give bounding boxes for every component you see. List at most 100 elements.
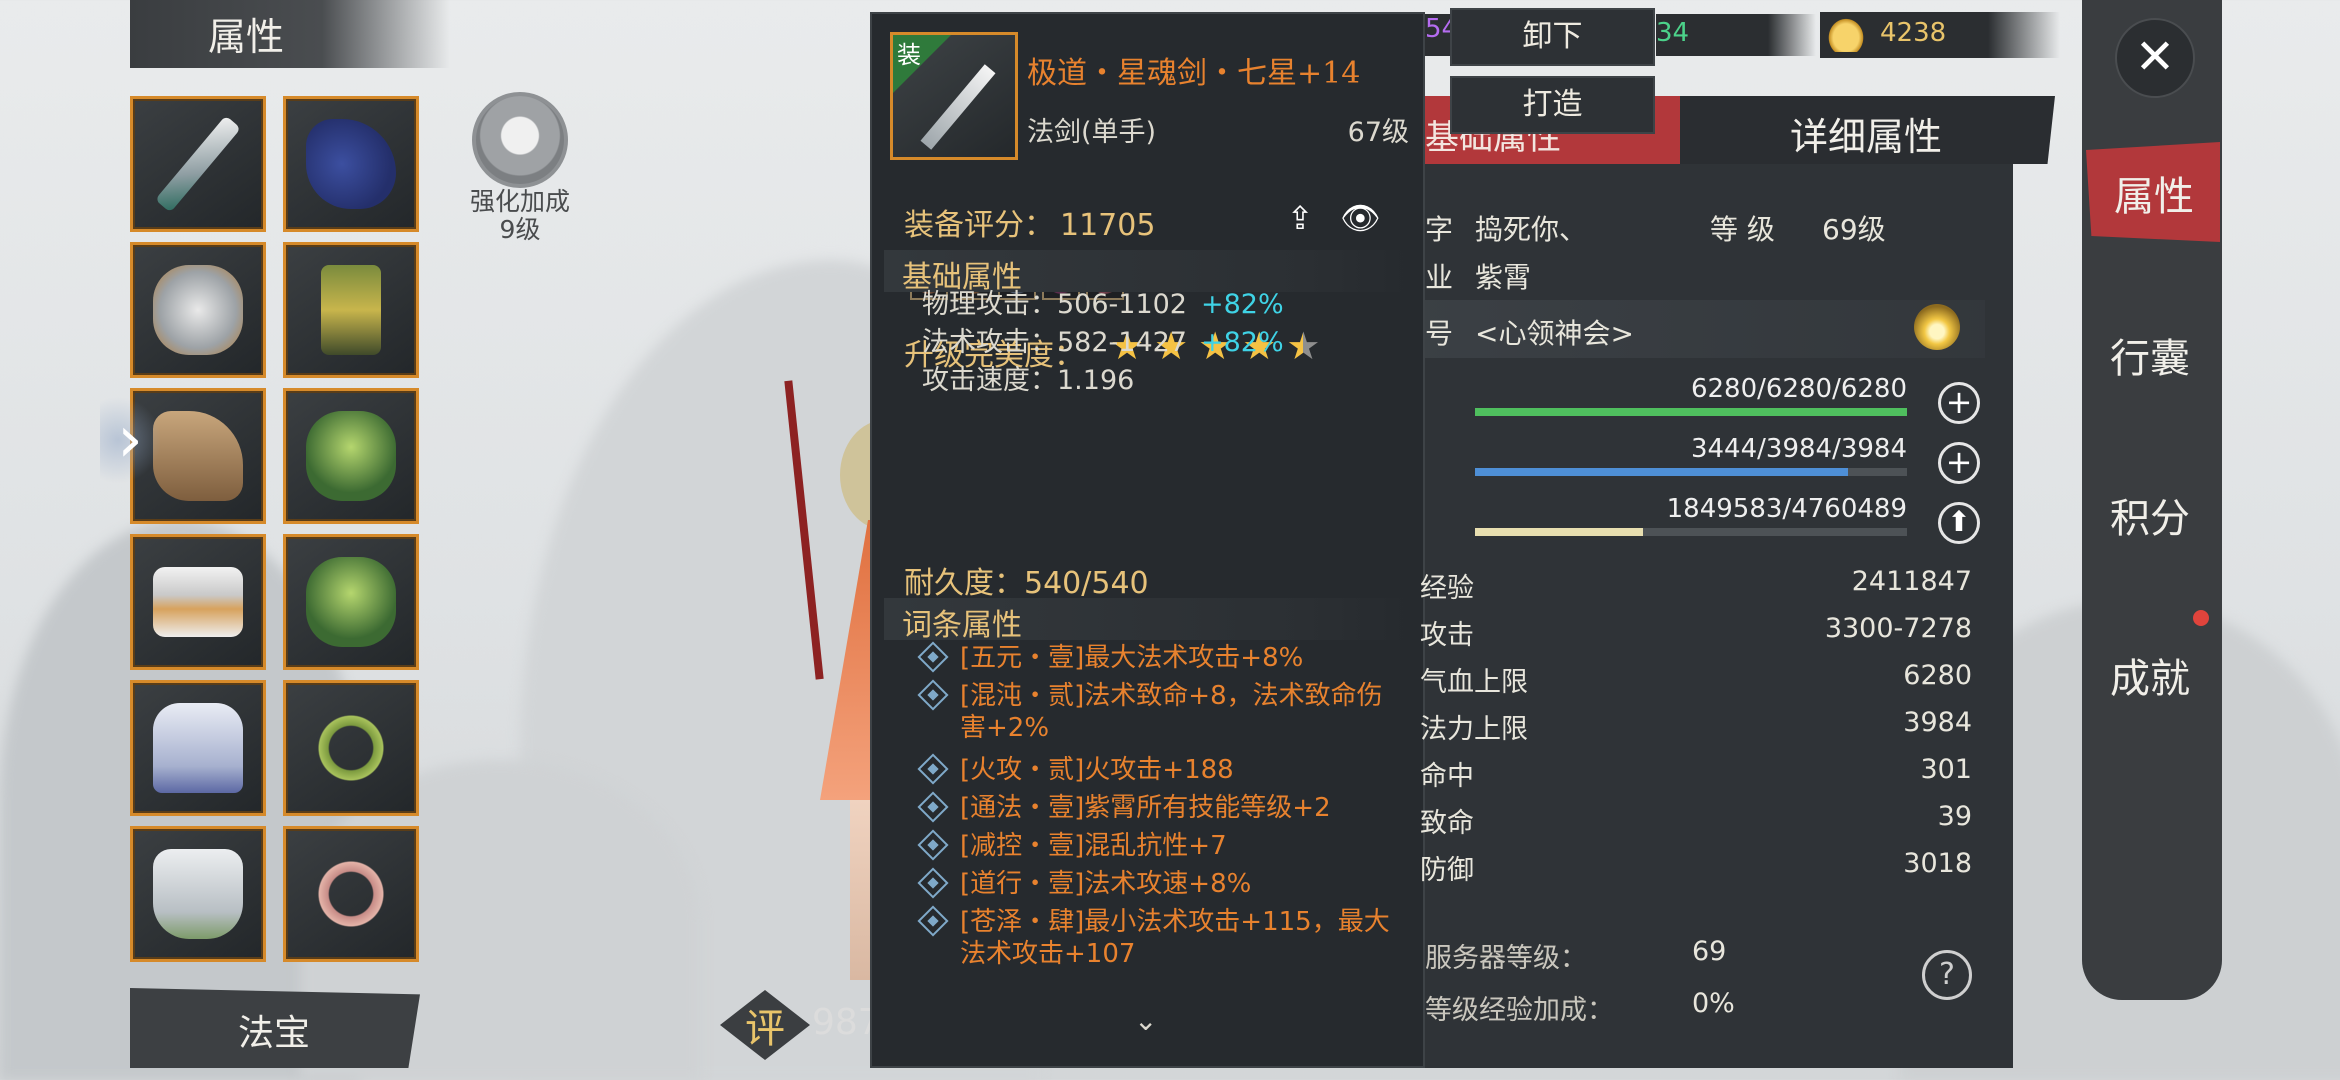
expand-arrow-icon[interactable]: › [100,395,160,485]
hp-bar-fill [1475,408,1907,416]
equip-slot-armor[interactable] [130,680,266,816]
hp-bar [1475,408,1907,416]
stat-label: 致命 [1420,808,1474,839]
stat-label: 法术攻击：582-1427 [922,327,1187,358]
tab-detail-label: 详细属性 [1790,115,1943,159]
diamond-bullet-icon [917,905,949,937]
affix-line: [道行・壹]法术攻速+8% [917,867,1402,900]
affix-attributes-title: 词条属性 [902,608,1022,643]
mp-add-button[interactable]: + [1938,442,1980,484]
stat-row-exp: 经验 2411847 [1420,566,1980,610]
exp-text-row: 1849583/4760489 [1475,494,1907,528]
share-icon[interactable]: ⇪ [1280,200,1320,236]
item-tooltip: 装 极道・星魂剑・七星+14 法剑(单手) 67级 装备评分： 11705 ⇪ 👁… [870,12,1425,1068]
stat-row-max-mp: 法力上限 3984 [1420,707,1980,751]
equip-slot-bracelet[interactable] [283,680,419,816]
level-up-arrow-icon[interactable]: ⬆ [1938,502,1980,544]
stat-label: 命中 [1420,761,1474,792]
nav-item-label: 行囊 [2110,336,2190,382]
equip-slot-bangle[interactable] [283,826,419,962]
chevron-down-icon[interactable]: ⌄ [1134,1004,1157,1037]
class-value: 紫霄 [1475,261,1532,294]
affix-line: [混沌・贰]法术致命+8，法术致命伤害+2% [917,679,1402,744]
equip-slot-ring[interactable] [283,388,419,524]
pendant-icon [321,265,381,355]
affix-text: [混沌・贰]法术致命+8，法术致命伤害+2% [960,681,1383,743]
enhance-bonus[interactable]: 强化加成 9级 [455,92,585,244]
stat-row-max-hp: 气血上限 6280 [1420,660,1980,704]
affix-line: [减控・壹]混乱抗性+7 [917,829,1402,862]
server-level-label: 服务器等级： [1425,943,1587,974]
fabao-tab[interactable]: 法宝 [130,988,420,1068]
sword-icon [154,115,242,213]
title-label: 号 [1425,317,1454,350]
affix-line: [五元・壹]最大法术攻击+8% [917,641,1402,674]
diamond-bullet-icon [917,753,949,785]
equip-slot-boots[interactable] [130,826,266,962]
affix-text: [五元・壹]最大法术攻击+8% [960,643,1304,673]
hp-add-button[interactable]: + [1938,382,1980,424]
equipped-tag-label: 装 [897,41,921,69]
stat-value: 3300-7278 [1824,613,1972,644]
score-badge-label: 评 [745,1006,785,1052]
stat-label: 法力上限 [1420,714,1528,745]
equip-slot-ring-2[interactable] [283,534,419,670]
diamond-bullet-icon [917,867,949,899]
equip-slot-helmet[interactable] [130,242,266,378]
bangle-icon [306,849,396,939]
hat-icon [306,119,396,209]
stat-row-defense: 防御 3018 [1420,848,1980,892]
equipment-score-value: 11705 [1060,208,1156,243]
nav-item-achievements[interactable]: 成就 [2082,624,2222,724]
attributes-header: 属性 [130,0,450,68]
notification-dot [2193,610,2209,626]
mp-bar [1475,468,1907,476]
tab-detailed-attributes[interactable]: 详细属性 [1680,96,2055,164]
stat-row-attack: 攻击 3300-7278 [1420,613,1980,657]
flame-icon[interactable] [1914,304,1960,350]
affix-text: [减控・壹]混乱抗性+7 [960,831,1227,861]
equipped-tag: 装 [893,35,951,93]
nav-item-points[interactable]: 积分 [2082,464,2222,564]
equip-slot-belt[interactable] [130,534,266,670]
equip-slot-pendant[interactable] [283,242,419,378]
mp-value: 3444/3984/3984 [1690,434,1907,464]
unequip-button[interactable]: 卸下 [1450,8,1655,66]
diamond-bullet-icon [917,791,949,823]
stat-label: 攻击速度：1.196 [922,365,1135,396]
nav-item-bag[interactable]: 行囊 [2082,304,2222,404]
affix-attributes-header: 词条属性 [884,598,1414,643]
eye-icon[interactable]: 👁 [1340,200,1381,236]
exp-bar-fill [1475,528,1643,536]
help-icon[interactable]: ? [1922,950,1972,1000]
stat-row-hit: 命中 301 [1420,754,1980,798]
armor-icon [153,703,243,793]
name-label: 字 [1425,213,1454,246]
equip-slot-weapon[interactable] [130,96,266,232]
stat-physical-attack: 物理攻击：506-1102 +82% [922,282,1284,321]
equip-slot-hat[interactable] [283,96,419,232]
forge-button[interactable]: 打造 [1450,76,1655,134]
nav-item-label: 属性 [2114,174,2194,220]
exp-value: 1849583/4760489 [1666,494,1907,524]
forge-label: 打造 [1522,87,1583,122]
item-name: 极道・星魂剑・七星+14 [1027,56,1361,91]
stat-value: 2411847 [1851,566,1972,597]
exp-bonus-value: 0% [1692,988,1735,1019]
stat-attack-speed: 攻击速度：1.196 [922,358,1134,397]
nav-item-attributes[interactable]: 属性 [2086,142,2220,242]
unequip-label: 卸下 [1522,19,1583,54]
affix-text: [道行・壹]法术攻速+8% [960,869,1252,899]
durability: 耐久度：540/540 [904,566,1149,601]
class-label: 业 [1425,261,1454,294]
stat-bonus: +82% [1201,289,1284,320]
stat-label: 经验 [1420,573,1474,604]
diamond-bullet-icon [917,641,949,673]
mp-bar-fill [1475,468,1849,476]
exp-bonus-label: 等级经验加成： [1425,995,1614,1026]
character-staff [784,380,824,680]
server-level-value: 69 [1692,936,1727,967]
close-icon[interactable]: ✕ [2115,18,2195,98]
affix-text: [通法・壹]紫霄所有技能等级+2 [960,793,1331,823]
enhance-icon [472,92,568,188]
